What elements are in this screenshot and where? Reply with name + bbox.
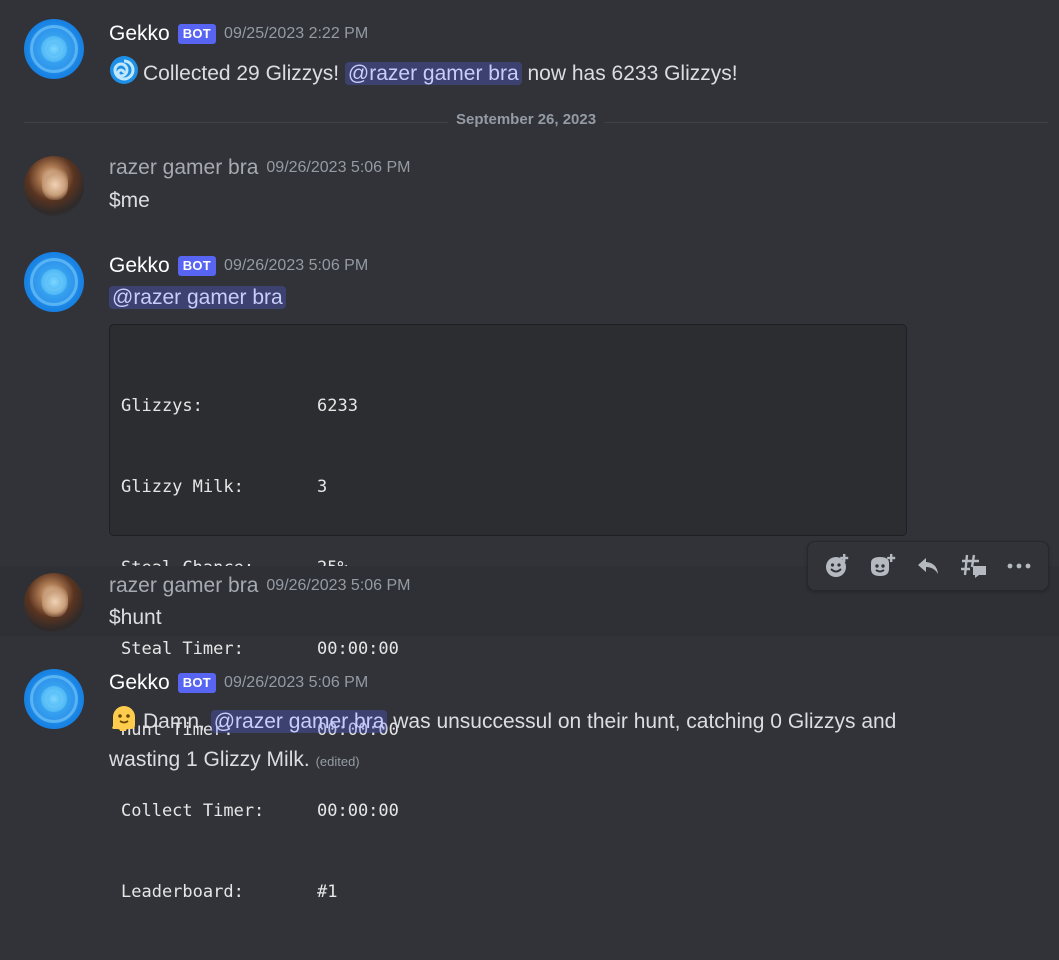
stat-value: 00:00:00 bbox=[317, 801, 399, 821]
create-thread-icon[interactable] bbox=[956, 548, 992, 584]
add-reaction-icon[interactable] bbox=[819, 548, 855, 584]
message-text: wasting 1 Glizzy Milk. bbox=[109, 748, 310, 771]
reply-icon[interactable] bbox=[910, 548, 946, 584]
user-mention[interactable]: @razer gamer bra bbox=[210, 710, 388, 733]
message-text: was unsuccessul on their hunt, catching … bbox=[393, 710, 897, 733]
stat-row: Collect Timer: 00:00:00 bbox=[121, 798, 895, 825]
message-content: Collected 29 Glizzys! @razer gamer bra n… bbox=[109, 55, 738, 91]
stat-label: Collect Timer: bbox=[121, 801, 265, 821]
author-name[interactable]: razer gamer bra bbox=[109, 574, 258, 598]
author-name[interactable]: razer gamer bra bbox=[109, 156, 258, 180]
author-name[interactable]: Gekko bbox=[109, 671, 170, 695]
stat-value: 6233 bbox=[317, 396, 358, 416]
gekko-avatar[interactable] bbox=[24, 252, 84, 312]
timestamp: 09/26/2023 5:06 PM bbox=[266, 577, 411, 594]
stat-value: #1 bbox=[317, 882, 338, 902]
message-header: Gekko BOT 09/25/2023 2:22 PM bbox=[109, 22, 368, 46]
bot-badge: BOT bbox=[177, 673, 217, 693]
message-content: Damn, @razer gamer bra was unsuccessul o… bbox=[109, 703, 1009, 778]
message-text: Collected 29 Glizzys! bbox=[143, 62, 340, 85]
user-avatar[interactable] bbox=[24, 573, 84, 633]
message-text: now has 6233 Glizzys! bbox=[527, 62, 738, 85]
stat-label: Leaderboard: bbox=[121, 882, 244, 902]
message-text: $hunt bbox=[109, 606, 162, 629]
message-header: Gekko BOT 09/26/2023 5:06 PM bbox=[109, 254, 368, 278]
stat-row: Glizzy Milk: 3 bbox=[121, 474, 895, 501]
stat-label: Steal Timer: bbox=[121, 639, 244, 659]
date-divider: September 26, 2023 bbox=[448, 111, 605, 128]
message-action-toolbar bbox=[807, 541, 1049, 591]
bot-badge: BOT bbox=[177, 256, 217, 276]
message-header: razer gamer bra 09/26/2023 5:06 PM bbox=[109, 156, 411, 180]
gekko-avatar[interactable] bbox=[24, 669, 84, 729]
author-name[interactable]: Gekko bbox=[109, 254, 170, 278]
more-icon[interactable] bbox=[1001, 548, 1037, 584]
author-name[interactable]: Gekko bbox=[109, 22, 170, 46]
stat-row: Leaderboard: #1 bbox=[121, 879, 895, 906]
stat-row: Steal Timer: 00:00:00 bbox=[121, 636, 895, 663]
stat-value: 3 bbox=[317, 477, 328, 497]
message-text: $me bbox=[109, 189, 150, 212]
timestamp: 09/26/2023 5:06 PM bbox=[266, 159, 411, 176]
message-header: razer gamer bra 09/26/2023 5:06 PM bbox=[109, 574, 411, 598]
timestamp: 09/26/2023 5:06 PM bbox=[224, 674, 369, 691]
edited-label: (edited) bbox=[315, 754, 360, 769]
message-header: Gekko BOT 09/26/2023 5:06 PM bbox=[109, 671, 368, 695]
bot-badge: BOT bbox=[177, 24, 217, 44]
timestamp: 09/26/2023 5:06 PM bbox=[224, 257, 369, 274]
swirl-emoji-icon bbox=[109, 55, 139, 91]
user-mention[interactable]: @razer gamer bra bbox=[344, 62, 522, 85]
message-content: @razer gamer bra bbox=[109, 286, 286, 310]
stat-row: Glizzys: 6233 bbox=[121, 393, 895, 420]
message-text: Damn, bbox=[143, 710, 205, 733]
user-mention[interactable]: @razer gamer bra bbox=[109, 286, 286, 309]
stats-code-block: Glizzys:6233 Glizzy Milk:3 Steal Chance:… bbox=[109, 324, 907, 902]
stat-label: Glizzy Milk: bbox=[121, 477, 244, 497]
melting-face-emoji-icon bbox=[109, 703, 139, 743]
stat-value: 00:00:00 bbox=[317, 639, 399, 659]
user-avatar[interactable] bbox=[24, 156, 84, 216]
stat-label: Glizzys: bbox=[121, 396, 203, 416]
super-reaction-icon[interactable] bbox=[864, 548, 900, 584]
timestamp: 09/25/2023 2:22 PM bbox=[224, 25, 369, 42]
gekko-avatar[interactable] bbox=[24, 19, 84, 79]
